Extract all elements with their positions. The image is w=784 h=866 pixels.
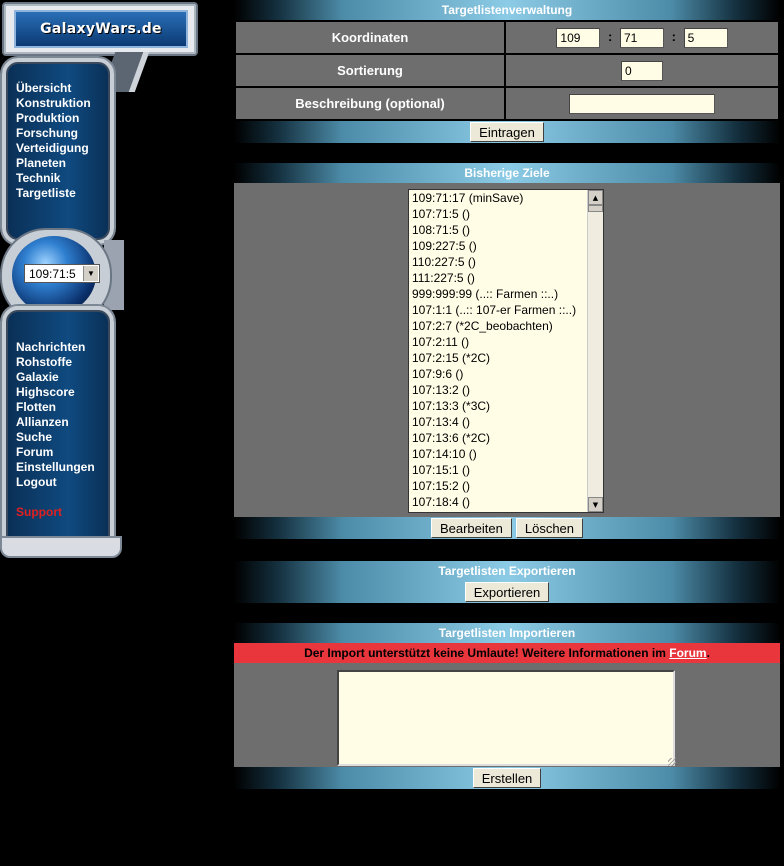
nav-panel-top: Übersicht Konstruktion Produktion Forsch… xyxy=(2,58,114,244)
erstellen-button[interactable]: Erstellen xyxy=(472,768,542,788)
list-item[interactable]: 107:14:10 () xyxy=(412,446,603,462)
form-row-beschreibung: Beschreibung (optional) xyxy=(234,86,780,121)
list-item[interactable]: 999:999:99 (..:: Farmen ::..) xyxy=(412,286,603,302)
list-item[interactable]: 110:227:5 () xyxy=(412,254,603,270)
list-item[interactable]: 107:15:2 () xyxy=(412,478,603,494)
target-form: Koordinaten : : Sortierung Beschreibung … xyxy=(234,20,780,121)
listbox-scrollbar[interactable]: ▲ ▼ xyxy=(587,190,603,512)
list-item[interactable]: 107:2:11 () xyxy=(412,334,603,350)
ziele-actions-bar: Bearbeiten Löschen xyxy=(234,517,780,539)
nav-item-support[interactable]: Support xyxy=(16,505,95,520)
section-header-ziele: Bisherige Ziele xyxy=(234,163,780,183)
nav-item-planeten[interactable]: Planeten xyxy=(16,156,91,171)
exportieren-button[interactable]: Exportieren xyxy=(464,582,550,602)
scroll-up-icon[interactable]: ▲ xyxy=(588,190,603,205)
nav-item-highscore[interactable]: Highscore xyxy=(16,385,95,400)
list-item[interactable]: 107:13:3 (*3C) xyxy=(412,398,603,414)
eintragen-button[interactable]: Eintragen xyxy=(470,122,544,142)
import-warning-text: Der Import unterstützt keine Umlaute! We… xyxy=(304,646,670,660)
coord-system-input[interactable] xyxy=(620,27,664,48)
nav-item-technik[interactable]: Technik xyxy=(16,171,91,186)
bearbeiten-button[interactable]: Bearbeiten xyxy=(430,518,512,538)
coord-planet-input[interactable] xyxy=(683,27,728,48)
ziele-area: 109:71:17 (minSave) 107:71:5 () 108:71:5 (… xyxy=(234,183,780,517)
list-item[interactable]: 107:18:4 () xyxy=(412,494,603,510)
sidebar-bottom-cap xyxy=(0,536,122,558)
scrollbar-thumb[interactable] xyxy=(588,205,603,212)
erstellen-bar: Erstellen xyxy=(234,767,780,789)
nav-item-logout[interactable]: Logout xyxy=(16,475,95,490)
form-row-koordinaten: Koordinaten : : xyxy=(234,20,780,55)
nav-item-targetliste[interactable]: Targetliste xyxy=(16,186,91,201)
coord-inputs: : : xyxy=(504,20,780,55)
resize-grip-icon[interactable] xyxy=(668,758,676,766)
nav-item-suche[interactable]: Suche xyxy=(16,430,95,445)
list-item[interactable]: 107:1:1 (..:: 107-er Farmen ::..) xyxy=(412,302,603,318)
nav-item-forschung[interactable]: Forschung xyxy=(16,126,91,141)
eintragen-bar: Eintragen xyxy=(234,121,780,143)
list-item[interactable]: 107:71:5 () xyxy=(412,206,603,222)
list-item[interactable]: 107:13:6 (*2C) xyxy=(412,430,603,446)
import-textarea[interactable] xyxy=(337,670,675,766)
sortierung-cell xyxy=(504,53,780,88)
import-warning: Der Import unterstützt keine Umlaute! We… xyxy=(234,643,780,663)
list-item[interactable]: 107:2:7 (*2C_beobachten) xyxy=(412,318,603,334)
section-header-verwaltung: Targetlistenverwaltung xyxy=(234,0,780,20)
nav-item-allianzen[interactable]: Allianzen xyxy=(16,415,95,430)
import-area xyxy=(234,663,780,767)
nav-item-rohstoffe[interactable]: Rohstoffe xyxy=(16,355,95,370)
nav-item-uebersicht[interactable]: Übersicht xyxy=(16,81,91,96)
list-item[interactable]: 107:2:15 (*2C) xyxy=(412,350,603,366)
coord-separator: : xyxy=(671,28,676,44)
section-header-export: Targetlisten Exportieren xyxy=(234,561,780,581)
main-content: Targetlistenverwaltung Koordinaten : : S… xyxy=(234,0,780,789)
nav-item-galaxie[interactable]: Galaxie xyxy=(16,370,95,385)
section-header-import: Targetlisten Importieren xyxy=(234,623,780,643)
nav-item-nachrichten[interactable]: Nachrichten xyxy=(16,340,95,355)
nav-item-forum[interactable]: Forum xyxy=(16,445,95,460)
nav-list-top: Übersicht Konstruktion Produktion Forsch… xyxy=(16,81,91,201)
list-item[interactable]: 111:227:5 () xyxy=(412,270,603,286)
beschreibung-cell xyxy=(504,86,780,121)
list-item[interactable]: 107:15:1 () xyxy=(412,462,603,478)
planet-select-value: 109:71:5 xyxy=(29,266,76,281)
nav-item-konstruktion[interactable]: Konstruktion xyxy=(16,96,91,111)
list-item[interactable]: 109:227:5 () xyxy=(412,238,603,254)
planet-select[interactable]: 109:71:5 ▼ xyxy=(24,264,100,283)
logo[interactable]: GalaxyWars.de xyxy=(14,10,188,48)
list-item[interactable]: 107:13:2 () xyxy=(412,382,603,398)
label-koordinaten: Koordinaten xyxy=(234,20,506,55)
list-item[interactable]: 107:9:6 () xyxy=(412,366,603,382)
targets-list: 109:71:17 (minSave) 107:71:5 () 108:71:5 (… xyxy=(409,190,603,510)
label-beschreibung: Beschreibung (optional) xyxy=(234,86,506,121)
list-item[interactable]: 109:71:17 (minSave) xyxy=(412,190,603,206)
nav-item-verteidigung[interactable]: Verteidigung xyxy=(16,141,91,156)
sidebar: GalaxyWars.de Übersicht Konstruktion Pro… xyxy=(0,0,200,560)
logo-frame: GalaxyWars.de xyxy=(2,2,198,56)
nav-item-einstellungen[interactable]: Einstellungen xyxy=(16,460,95,475)
nav-list-bottom: Nachrichten Rohstoffe Galaxie Highscore … xyxy=(16,340,95,520)
beschreibung-input[interactable] xyxy=(569,93,715,114)
nav-panel-bottom: Nachrichten Rohstoffe Galaxie Highscore … xyxy=(2,306,114,552)
import-warning-end: . xyxy=(706,646,710,660)
list-item[interactable]: 108:71:5 () xyxy=(412,222,603,238)
forum-link[interactable]: Forum xyxy=(669,646,706,660)
targets-listbox[interactable]: 109:71:17 (minSave) 107:71:5 () 108:71:5 (… xyxy=(408,189,604,513)
loeschen-button[interactable]: Löschen xyxy=(515,518,584,538)
sortierung-input[interactable] xyxy=(621,60,663,81)
coord-separator: : xyxy=(608,28,613,44)
coord-galaxy-input[interactable] xyxy=(556,27,601,48)
label-sortierung: Sortierung xyxy=(234,53,506,88)
nav-item-produktion[interactable]: Produktion xyxy=(16,111,91,126)
list-item[interactable]: 107:13:4 () xyxy=(412,414,603,430)
scroll-down-icon[interactable]: ▼ xyxy=(588,497,603,512)
form-row-sortierung: Sortierung xyxy=(234,53,780,88)
chevron-down-icon[interactable]: ▼ xyxy=(83,266,98,281)
nav-item-flotten[interactable]: Flotten xyxy=(16,400,95,415)
export-bar: Exportieren xyxy=(234,581,780,603)
